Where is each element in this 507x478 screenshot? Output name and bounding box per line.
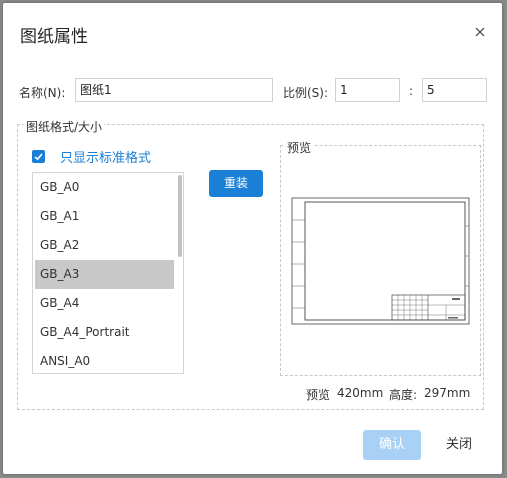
confirm-button[interactable]: 确认 bbox=[363, 430, 421, 460]
close-button[interactable]: 关闭 bbox=[430, 430, 488, 460]
format-list-item[interactable]: ANSI_A0 bbox=[35, 347, 174, 373]
scale-separator: : bbox=[409, 84, 414, 98]
scale-denominator-field[interactable]: 5 bbox=[422, 78, 487, 102]
format-list[interactable]: GB_A0 GB_A1 GB_A2 GB_A3 GB_A4 GB_A4_Portrait A… bbox=[32, 172, 184, 374]
format-list-item[interactable]: GB_A3 bbox=[35, 260, 174, 289]
preview-width-label: 预览 bbox=[306, 388, 331, 402]
preview-width-value: 420mm bbox=[337, 386, 384, 400]
preview-height-value: 297mm bbox=[424, 386, 471, 400]
format-list-item[interactable]: GB_A1 bbox=[35, 202, 174, 231]
format-list-item[interactable]: GB_A4_Portrait bbox=[35, 318, 174, 347]
name-label: 名称(N): bbox=[19, 86, 66, 100]
reload-button[interactable]: 重装 bbox=[209, 170, 263, 197]
standard-only-checkbox[interactable] bbox=[32, 150, 45, 163]
format-list-item[interactable]: GB_A0 bbox=[35, 173, 174, 202]
dialog-title: 图纸属性 bbox=[20, 27, 88, 47]
checkmark-icon bbox=[34, 153, 43, 161]
sheet-preview-image bbox=[291, 197, 470, 325]
format-group-label: 图纸格式/大小 bbox=[24, 118, 105, 135]
standard-only-label[interactable]: 只显示标准格式 bbox=[60, 147, 151, 166]
name-field[interactable]: 图纸1 bbox=[75, 78, 273, 102]
preview-height-label: 高度: bbox=[389, 388, 418, 402]
close-icon[interactable] bbox=[472, 24, 488, 40]
preview-label: 预览 bbox=[285, 139, 314, 156]
scale-label: 比例(S): bbox=[283, 86, 329, 100]
scale-numerator-field[interactable]: 1 bbox=[335, 78, 400, 102]
format-list-item[interactable]: GB_A2 bbox=[35, 231, 174, 260]
list-scrollbar[interactable] bbox=[178, 175, 182, 257]
format-list-item[interactable]: GB_A4 bbox=[35, 289, 174, 318]
